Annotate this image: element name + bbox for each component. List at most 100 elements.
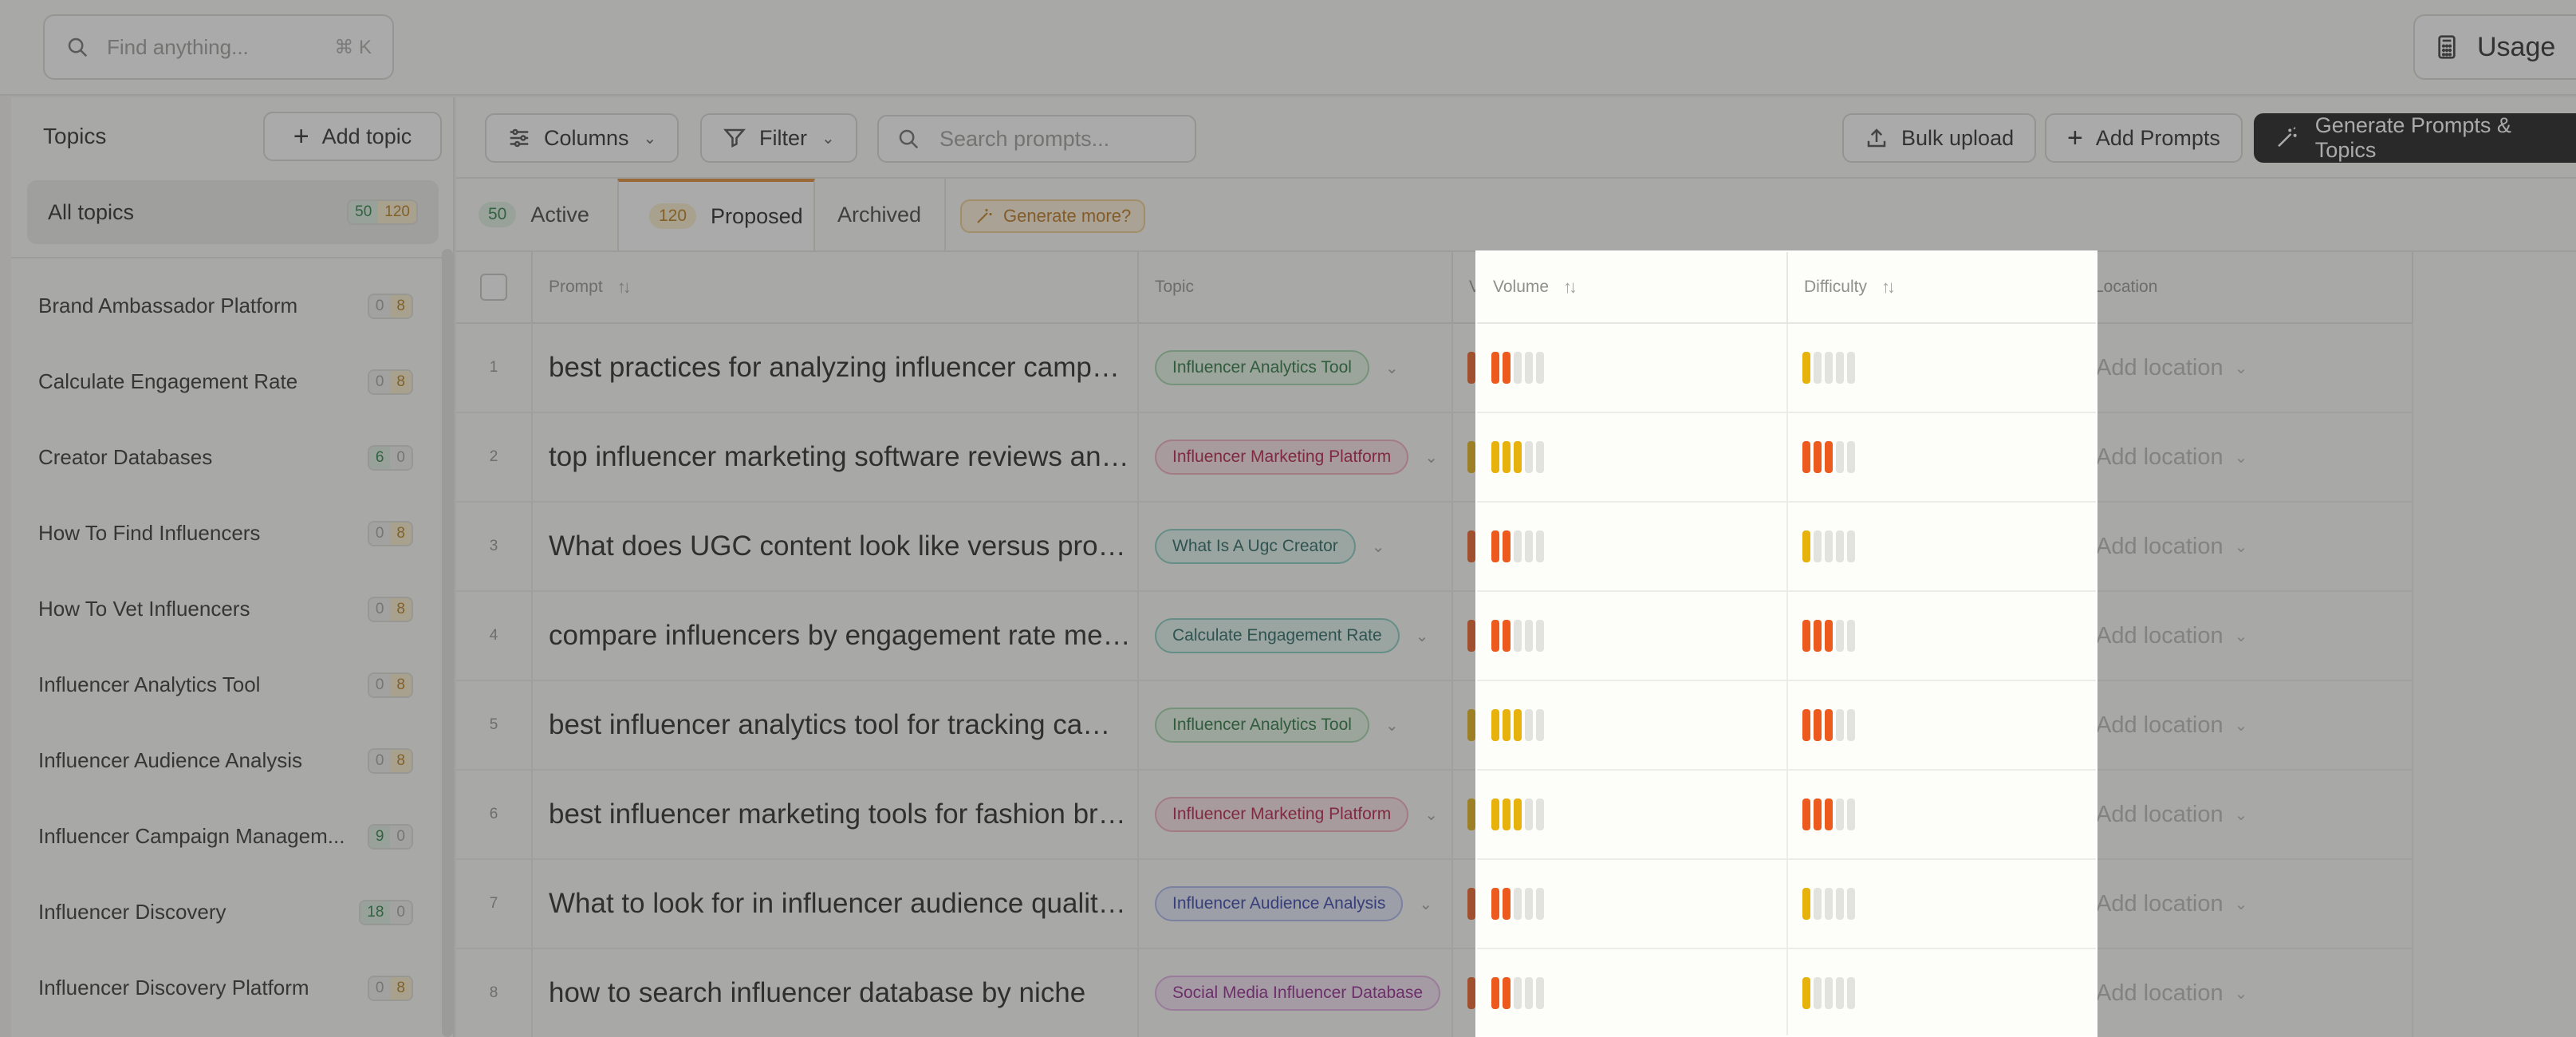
chevron-down-icon[interactable]: ⌄ bbox=[1424, 448, 1438, 467]
prompt-cell[interactable]: best influencer analytics tool for track… bbox=[533, 681, 1139, 769]
table-row[interactable]: 6 best influencer marketing tools for fas… bbox=[456, 771, 2413, 860]
chevron-down-icon[interactable]: ⌄ bbox=[1385, 358, 1399, 378]
difficulty-bar-segment bbox=[1836, 530, 1844, 562]
highlighted-metric-columns-inner: Volume ↑↓ Difficulty ↑↓ bbox=[1477, 252, 2096, 1035]
sort-icon[interactable]: ↑↓ bbox=[617, 277, 632, 298]
prompt-cell[interactable]: how to search influencer database by nic… bbox=[533, 949, 1139, 1037]
sidebar-scrollbar[interactable] bbox=[442, 249, 453, 1037]
chevron-down-icon[interactable]: ⌄ bbox=[2235, 626, 2248, 646]
tab-proposed[interactable]: 120 Proposed bbox=[617, 179, 815, 250]
columns-button[interactable]: Columns ⌄ bbox=[485, 113, 679, 163]
sort-icon[interactable]: ↑↓ bbox=[1563, 277, 1578, 298]
difficulty-cell bbox=[1788, 413, 2096, 501]
volume-bar-segment bbox=[1503, 888, 1511, 920]
column-header-difficulty[interactable]: Difficulty ↑↓ bbox=[1788, 252, 2096, 322]
sidebar-item-all-topics[interactable]: All topics 50 120 bbox=[27, 180, 439, 244]
chevron-down-icon[interactable]: ⌄ bbox=[2235, 448, 2248, 467]
location-cell[interactable]: Add location ⌄ bbox=[2078, 592, 2413, 680]
sidebar-topic-item[interactable]: How To Find Influencers 0 8 bbox=[11, 495, 442, 571]
global-search[interactable]: Find anything... ⌘ K bbox=[43, 14, 394, 80]
add-prompts-button[interactable]: + Add Prompts bbox=[2045, 113, 2243, 163]
tab-archived[interactable]: Archived bbox=[837, 179, 921, 250]
prompt-cell[interactable]: best influencer marketing tools for fash… bbox=[533, 771, 1139, 858]
sidebar-topic-item[interactable]: Creator Databases 6 0 bbox=[11, 420, 442, 495]
location-cell[interactable]: Add location ⌄ bbox=[2078, 324, 2413, 412]
volume-bar-segment bbox=[1491, 977, 1499, 1009]
volume-bar-segment bbox=[1536, 798, 1544, 830]
prompt-cell[interactable]: What does UGC content look like versus p… bbox=[533, 503, 1139, 590]
topic-cell[interactable]: Influencer Marketing Platform ⌄ bbox=[1139, 771, 1453, 858]
location-cell[interactable]: Add location ⌄ bbox=[2078, 771, 2413, 858]
usage-button[interactable]: Usage bbox=[2413, 14, 2576, 80]
sidebar-topic-item[interactable]: Influencer Campaign Managem... 9 0 bbox=[11, 798, 442, 874]
topic-pill[interactable]: Influencer Analytics Tool bbox=[1155, 350, 1369, 385]
sidebar-topic-item[interactable]: Calculate Engagement Rate 0 8 bbox=[11, 344, 442, 420]
volume-bar-segment bbox=[1491, 798, 1499, 830]
table-row[interactable]: 1 best practices for analyzing influencer… bbox=[456, 324, 2413, 413]
volume-bar-segment bbox=[1491, 620, 1499, 652]
sidebar-topic-item[interactable]: Influencer Discovery Platform 0 8 bbox=[11, 950, 442, 1026]
filter-button[interactable]: Filter ⌄ bbox=[700, 113, 857, 163]
column-header-prompt[interactable]: Prompt ↑↓ bbox=[533, 252, 1139, 322]
topic-cell[interactable]: Social Media Influencer Database⌄ bbox=[1139, 949, 1470, 1037]
usage-label: Usage bbox=[2477, 31, 2556, 62]
sidebar-topic-item[interactable]: Influencer Discovery 18 0 bbox=[11, 874, 442, 950]
sort-icon[interactable]: ↑↓ bbox=[1881, 277, 1896, 298]
volume-bar-segment bbox=[1491, 530, 1499, 562]
add-topic-button[interactable]: + Add topic bbox=[263, 112, 442, 161]
topic-pill[interactable]: Influencer Marketing Platform bbox=[1155, 440, 1409, 475]
topic-pill[interactable]: Influencer Marketing Platform bbox=[1155, 797, 1409, 832]
location-cell[interactable]: Add location ⌄ bbox=[2078, 949, 2413, 1037]
topic-cell[interactable]: Influencer Audience Analysis ⌄ bbox=[1139, 860, 1453, 948]
topic-cell[interactable]: Influencer Analytics Tool ⌄ bbox=[1139, 681, 1453, 769]
bulk-upload-button[interactable]: Bulk upload bbox=[1842, 113, 2037, 163]
chevron-down-icon[interactable]: ⌄ bbox=[1424, 805, 1438, 825]
topic-cell[interactable]: Calculate Engagement Rate ⌄ bbox=[1139, 592, 1453, 680]
location-cell[interactable]: Add location ⌄ bbox=[2078, 681, 2413, 769]
sidebar-topic-item[interactable]: Influencer Audience Analysis 0 8 bbox=[11, 723, 442, 798]
prompt-cell[interactable]: top influencer marketing software review… bbox=[533, 413, 1139, 501]
table-row[interactable]: 4 compare influencers by engagement rate … bbox=[456, 592, 2413, 681]
location-cell[interactable]: Add location ⌄ bbox=[2078, 860, 2413, 948]
topic-cell[interactable]: What Is A Ugc Creator ⌄ bbox=[1139, 503, 1453, 590]
table-row[interactable]: 5 best influencer analytics tool for trac… bbox=[456, 681, 2413, 771]
difficulty-bar-segment bbox=[1847, 530, 1855, 562]
tab-active[interactable]: 50 Active bbox=[479, 179, 589, 250]
difficulty-cell bbox=[1788, 949, 2096, 1035]
chevron-down-icon[interactable]: ⌄ bbox=[2235, 894, 2248, 914]
topic-pill[interactable]: Influencer Audience Analysis bbox=[1155, 886, 1404, 921]
topic-cell[interactable]: Influencer Analytics Tool ⌄ bbox=[1139, 324, 1453, 412]
column-header-volume[interactable]: Volume ↑↓ bbox=[1477, 252, 1788, 322]
table-row[interactable]: 8 how to search influencer database by ni… bbox=[456, 949, 2413, 1037]
sidebar-topic-item[interactable]: Brand Ambassador Platform 0 8 bbox=[11, 268, 442, 344]
chevron-down-icon[interactable]: ⌄ bbox=[2235, 537, 2248, 557]
chevron-down-icon[interactable]: ⌄ bbox=[2235, 716, 2248, 735]
chevron-down-icon[interactable]: ⌄ bbox=[1385, 716, 1399, 735]
location-cell[interactable]: Add location ⌄ bbox=[2078, 413, 2413, 501]
prompt-cell[interactable]: What to look for in influencer audience … bbox=[533, 860, 1139, 948]
topic-pill[interactable]: Influencer Analytics Tool bbox=[1155, 708, 1369, 743]
sidebar-topic-item[interactable]: Influencer Analytics Tool 0 8 bbox=[11, 647, 442, 723]
table-row[interactable]: 7 What to look for in influencer audience… bbox=[456, 860, 2413, 949]
table-row[interactable]: 2 top influencer marketing software revie… bbox=[456, 413, 2413, 503]
topic-pill[interactable]: Calculate Engagement Rate bbox=[1155, 618, 1400, 653]
table-row[interactable]: 3 What does UGC content look like versus … bbox=[456, 503, 2413, 592]
prompt-cell[interactable]: best practices for analyzing influencer … bbox=[533, 324, 1139, 412]
location-cell[interactable]: Add location ⌄ bbox=[2078, 503, 2413, 590]
generate-more-button[interactable]: Generate more? bbox=[960, 199, 1146, 233]
prompt-cell[interactable]: compare influencers by engagement rate m… bbox=[533, 592, 1139, 680]
chevron-down-icon[interactable]: ⌄ bbox=[1372, 537, 1385, 557]
search-prompts-input[interactable]: Search prompts... bbox=[877, 115, 1196, 163]
sidebar-topic-item[interactable]: How To Vet Influencers 0 8 bbox=[11, 571, 442, 647]
generate-prompts-button[interactable]: Generate Prompts & Topics bbox=[2254, 113, 2576, 163]
chevron-down-icon[interactable]: ⌄ bbox=[1416, 626, 1429, 646]
difficulty-cell bbox=[1788, 503, 2096, 590]
select-all-checkbox[interactable] bbox=[480, 274, 507, 301]
chevron-down-icon[interactable]: ⌄ bbox=[1419, 894, 1432, 914]
topic-pill[interactable]: Social Media Influencer Database bbox=[1155, 976, 1441, 1011]
topic-pill[interactable]: What Is A Ugc Creator bbox=[1155, 529, 1356, 564]
chevron-down-icon[interactable]: ⌄ bbox=[2235, 358, 2248, 378]
topic-cell[interactable]: Influencer Marketing Platform ⌄ bbox=[1139, 413, 1453, 501]
chevron-down-icon[interactable]: ⌄ bbox=[2235, 805, 2248, 825]
chevron-down-icon[interactable]: ⌄ bbox=[2235, 984, 2248, 1003]
